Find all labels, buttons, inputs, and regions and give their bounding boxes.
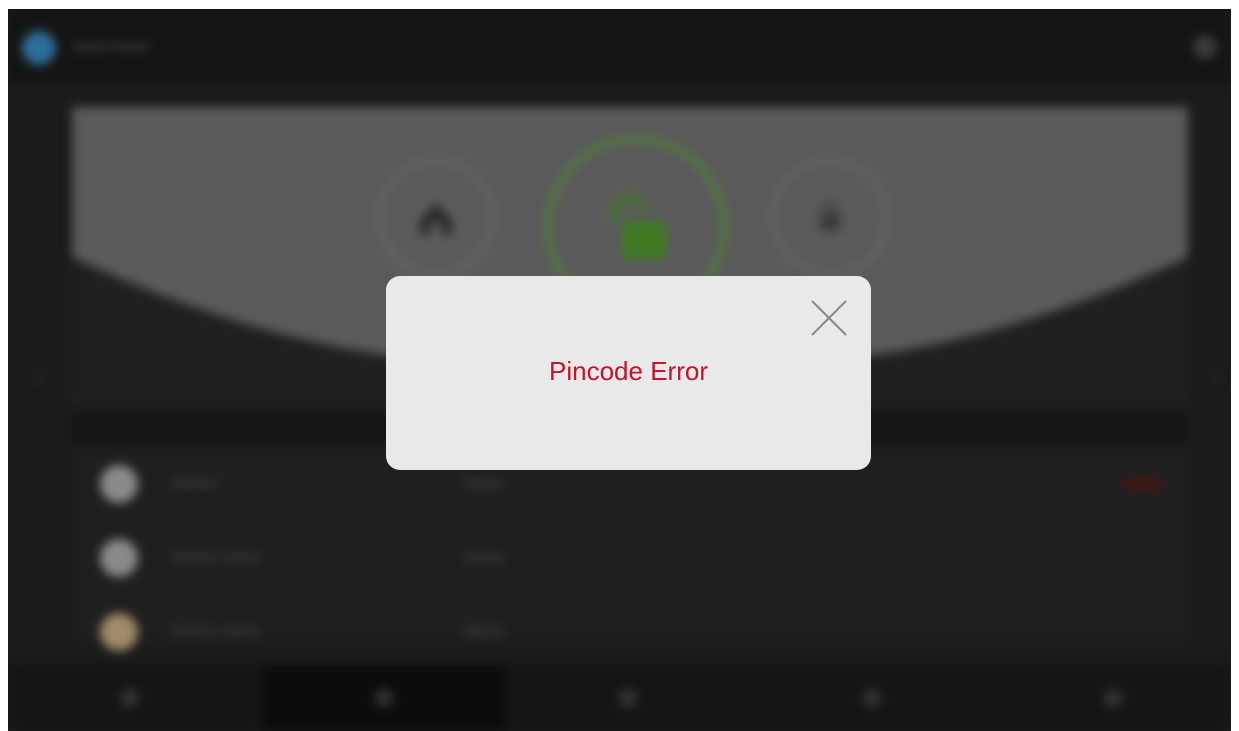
list-item[interactable]: Device name Status <box>72 521 1188 595</box>
settings-icon[interactable] <box>1193 35 1217 59</box>
next-arrow-icon[interactable]: › <box>1207 361 1225 391</box>
mode-away-button[interactable] <box>772 159 888 275</box>
grid-icon <box>121 689 139 707</box>
camera-icon <box>619 689 637 707</box>
mode-home-button[interactable] <box>378 159 494 275</box>
tab-grid[interactable] <box>8 665 252 731</box>
tab-camera[interactable] <box>506 665 750 731</box>
lock-icon <box>820 201 840 231</box>
list-item[interactable]: Device name Status <box>72 595 1188 669</box>
device-name: Device <box>172 475 218 492</box>
top-bar: Alarm Panel <box>8 9 1231 83</box>
settings-icon <box>1103 689 1122 707</box>
dialog-message: Pincode Error <box>549 356 708 386</box>
unlock-icon <box>611 194 666 259</box>
alert-badge <box>1122 479 1162 489</box>
device-status: Status <box>462 549 505 566</box>
device-icon <box>100 613 138 651</box>
bottom-nav-bar <box>8 665 1231 731</box>
device-list: Device Status Device name Status Device … <box>72 447 1188 651</box>
device-name: Device name <box>172 623 260 640</box>
device-status: Status <box>462 475 505 492</box>
tab-automation[interactable] <box>750 665 994 731</box>
house-icon <box>420 203 452 235</box>
app-logo-icon[interactable] <box>22 31 56 65</box>
pincode-error-dialog: Pincode Error <box>386 276 871 470</box>
shield-icon <box>375 689 393 707</box>
automation-icon <box>863 689 881 707</box>
close-icon <box>811 300 847 336</box>
previous-arrow-icon[interactable]: ‹ <box>30 361 48 391</box>
device-name: Device name <box>172 549 260 566</box>
tab-security[interactable] <box>262 665 506 731</box>
app-title: Alarm Panel <box>72 38 149 54</box>
device-icon <box>100 539 138 577</box>
device-status: Status <box>462 623 505 640</box>
close-button[interactable] <box>809 298 849 338</box>
device-icon <box>100 465 138 503</box>
tab-settings[interactable] <box>994 665 1231 731</box>
